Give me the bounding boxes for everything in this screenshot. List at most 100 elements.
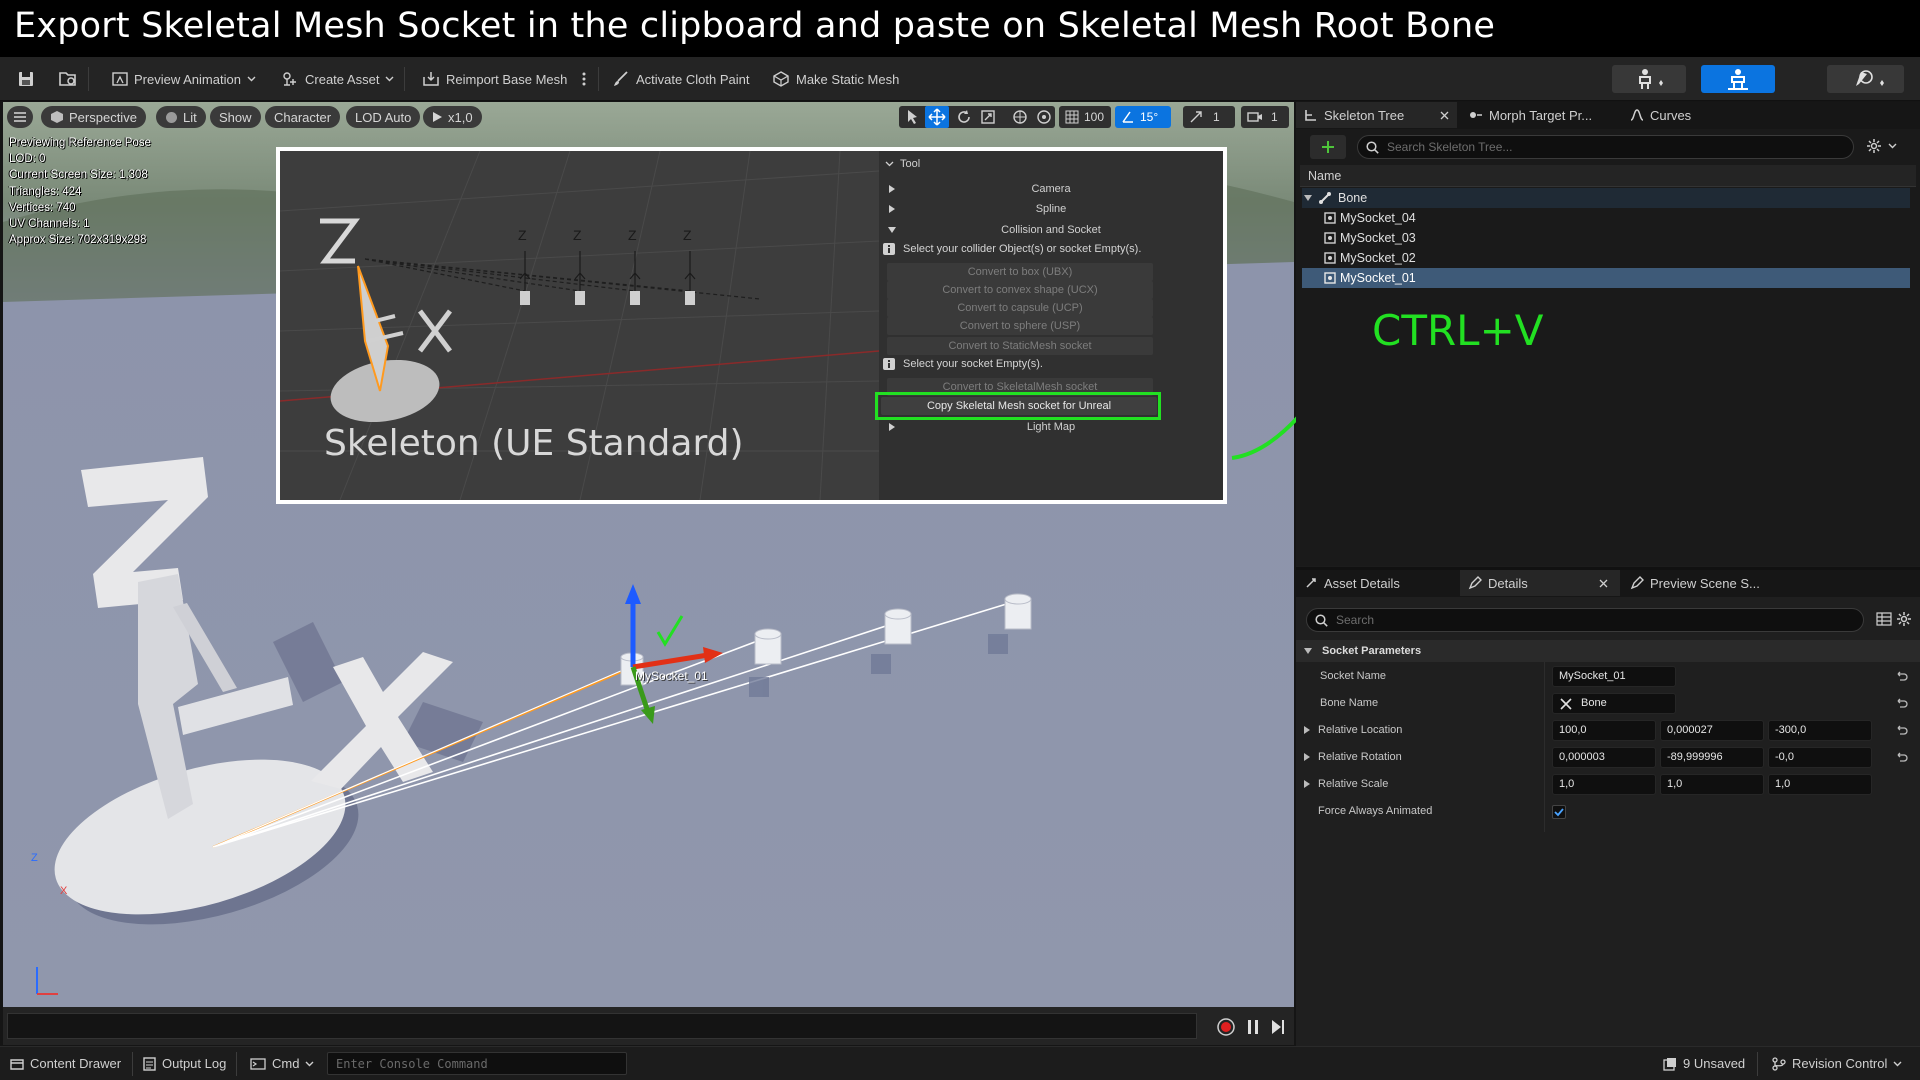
revision-control-button[interactable]: Revision Control <box>1772 1056 1902 1071</box>
chevron-down-icon <box>385 76 394 82</box>
chevron-right-icon[interactable] <box>1304 753 1310 761</box>
angle-snap-button[interactable]: 15° <box>1115 106 1171 128</box>
activate-cloth-paint-button[interactable]: Activate Cloth Paint <box>612 66 749 92</box>
convert-convex-button[interactable]: Convert to convex shape (UCX) <box>887 281 1153 299</box>
skeleton-search-input[interactable]: Search Skeleton Tree... <box>1357 135 1854 159</box>
skeleton-mode-button[interactable] <box>1612 65 1686 93</box>
preview-animation-button[interactable]: Preview Animation <box>112 66 256 92</box>
character-button[interactable]: Character <box>265 106 341 128</box>
viewport-menu-button[interactable] <box>7 106 33 128</box>
camera-speed-button[interactable]: 1 <box>1241 106 1289 128</box>
scale-y-field[interactable]: 1,0 <box>1660 774 1764 795</box>
socket-label: MySocket_04 <box>1340 211 1416 225</box>
section-light-map[interactable]: Light Map <box>879 417 1223 437</box>
convert-sphere-button[interactable]: Convert to sphere (USP) <box>887 317 1153 335</box>
cmd-dropdown[interactable]: Cmd <box>250 1056 314 1071</box>
reset-icon[interactable] <box>1894 724 1908 738</box>
close-icon[interactable] <box>1440 111 1449 120</box>
lit-button[interactable]: Lit <box>156 106 206 128</box>
output-log-button[interactable]: Output Log <box>143 1056 226 1071</box>
tool-header[interactable]: Tool <box>879 154 1223 174</box>
camera-value: 1 <box>1271 110 1278 124</box>
scale-z-field[interactable]: 1,0 <box>1768 774 1872 795</box>
tree-row-bone[interactable]: Bone <box>1302 188 1910 208</box>
playback-speed-button[interactable]: x1,0 <box>423 106 482 128</box>
close-icon[interactable] <box>1599 579 1608 588</box>
tab-curves[interactable]: Curves <box>1622 102 1722 128</box>
copy-skeletal-mesh-socket-button[interactable]: Copy Skeletal Mesh socket for Unreal <box>881 397 1157 415</box>
table-view-icon[interactable] <box>1876 611 1892 632</box>
socket-label: MySocket_03 <box>1340 231 1416 245</box>
tree-row-socket[interactable]: MySocket_04 <box>1302 208 1910 228</box>
convert-staticmesh-socket-button[interactable]: Convert to StaticMesh socket <box>887 337 1153 355</box>
rotation-y-field[interactable]: -89,999996 <box>1660 747 1764 768</box>
section-spline[interactable]: Spline <box>879 199 1223 219</box>
reset-icon[interactable] <box>1894 670 1908 684</box>
timeline-track[interactable] <box>7 1013 1197 1039</box>
local-space-icon[interactable] <box>1011 108 1029 126</box>
content-drawer-button[interactable]: Content Drawer <box>10 1056 121 1071</box>
column-header-name[interactable]: Name <box>1300 165 1916 187</box>
console-command-input[interactable]: Enter Console Command <box>327 1052 627 1075</box>
button-label: Convert to StaticMesh socket <box>948 340 1092 352</box>
location-x-field[interactable]: 100,0 <box>1552 720 1656 741</box>
location-y-field[interactable]: 0,000027 <box>1660 720 1764 741</box>
lod-button[interactable]: LOD Auto <box>346 106 421 128</box>
pause-icon[interactable] <box>1245 1018 1261 1036</box>
record-icon[interactable] <box>1216 1017 1236 1037</box>
perspective-button[interactable]: Perspective <box>41 106 146 128</box>
chevron-right-icon[interactable] <box>1304 780 1310 788</box>
unsaved-button[interactable]: 9 Unsaved <box>1663 1056 1745 1071</box>
select-mode-icon[interactable] <box>903 108 921 126</box>
scale-mode-icon[interactable] <box>979 108 997 126</box>
animation-mode-button[interactable] <box>1827 65 1904 93</box>
surface-snap-icon[interactable] <box>1035 108 1053 126</box>
convert-box-button[interactable]: Convert to box (UBX) <box>887 263 1153 281</box>
reimport-base-mesh-button[interactable]: Reimport Base Mesh <box>422 66 567 92</box>
prop-relative-rotation: Relative Rotation 0,000003 -89,999996 -0… <box>1296 744 1920 771</box>
button-label: Convert to capsule (UCP) <box>957 302 1083 314</box>
tab-asset-details[interactable]: Asset Details <box>1296 570 1456 596</box>
scale-snap-button[interactable]: 1 <box>1183 106 1235 128</box>
tree-row-socket[interactable]: MySocket_02 <box>1302 248 1910 268</box>
info-icon <box>883 243 895 255</box>
section-camera[interactable]: Camera <box>879 179 1223 199</box>
browse-asset-icon[interactable] <box>56 67 80 91</box>
inset-axis-label: Z <box>518 227 527 243</box>
grid-snap-button[interactable]: 100 <box>1059 106 1111 128</box>
more-options-icon[interactable] <box>572 67 596 91</box>
convert-capsule-button[interactable]: Convert to capsule (UCP) <box>887 299 1153 317</box>
chevron-right-icon[interactable] <box>1304 726 1310 734</box>
mesh-mode-button[interactable] <box>1701 65 1775 93</box>
socket-name-field[interactable]: MySocket_01 <box>1552 666 1676 687</box>
location-z-field[interactable]: -300,0 <box>1768 720 1872 741</box>
tree-row-socket-selected[interactable]: MySocket_01 <box>1302 268 1910 288</box>
section-socket-parameters[interactable]: Socket Parameters <box>1296 640 1920 662</box>
section-label: Spline <box>1035 203 1067 215</box>
rotate-mode-icon[interactable] <box>955 108 973 126</box>
create-asset-button[interactable]: Create Asset <box>281 66 394 92</box>
reset-icon[interactable] <box>1894 697 1908 711</box>
tab-morph-target[interactable]: Morph Target Pr... <box>1461 102 1611 128</box>
translate-mode-icon[interactable] <box>925 106 949 128</box>
section-collision-socket[interactable]: Collision and Socket <box>879 220 1223 240</box>
tab-details[interactable]: Details <box>1460 570 1620 596</box>
settings-dropdown[interactable] <box>1866 138 1897 154</box>
scale-x-field[interactable]: 1,0 <box>1552 774 1656 795</box>
reset-icon[interactable] <box>1894 751 1908 765</box>
rotation-z-field[interactable]: -0,0 <box>1768 747 1872 768</box>
bone-name-field[interactable]: Bone <box>1552 693 1676 714</box>
details-search-input[interactable]: Search <box>1306 608 1864 632</box>
tab-preview-scene[interactable]: Preview Scene S... <box>1622 570 1782 596</box>
rotation-x-field[interactable]: 0,000003 <box>1552 747 1656 768</box>
show-button[interactable]: Show <box>210 106 261 128</box>
make-static-mesh-button[interactable]: Make Static Mesh <box>772 66 899 92</box>
tab-skeleton-tree[interactable]: Skeleton Tree <box>1296 102 1457 128</box>
save-icon[interactable] <box>14 67 38 91</box>
step-forward-icon[interactable] <box>1270 1018 1286 1036</box>
tree-row-socket[interactable]: MySocket_03 <box>1302 228 1910 248</box>
content-drawer-icon <box>10 1058 24 1070</box>
force-animated-checkbox[interactable] <box>1552 805 1566 819</box>
add-socket-button[interactable] <box>1310 135 1346 159</box>
gear-icon[interactable] <box>1896 611 1912 632</box>
